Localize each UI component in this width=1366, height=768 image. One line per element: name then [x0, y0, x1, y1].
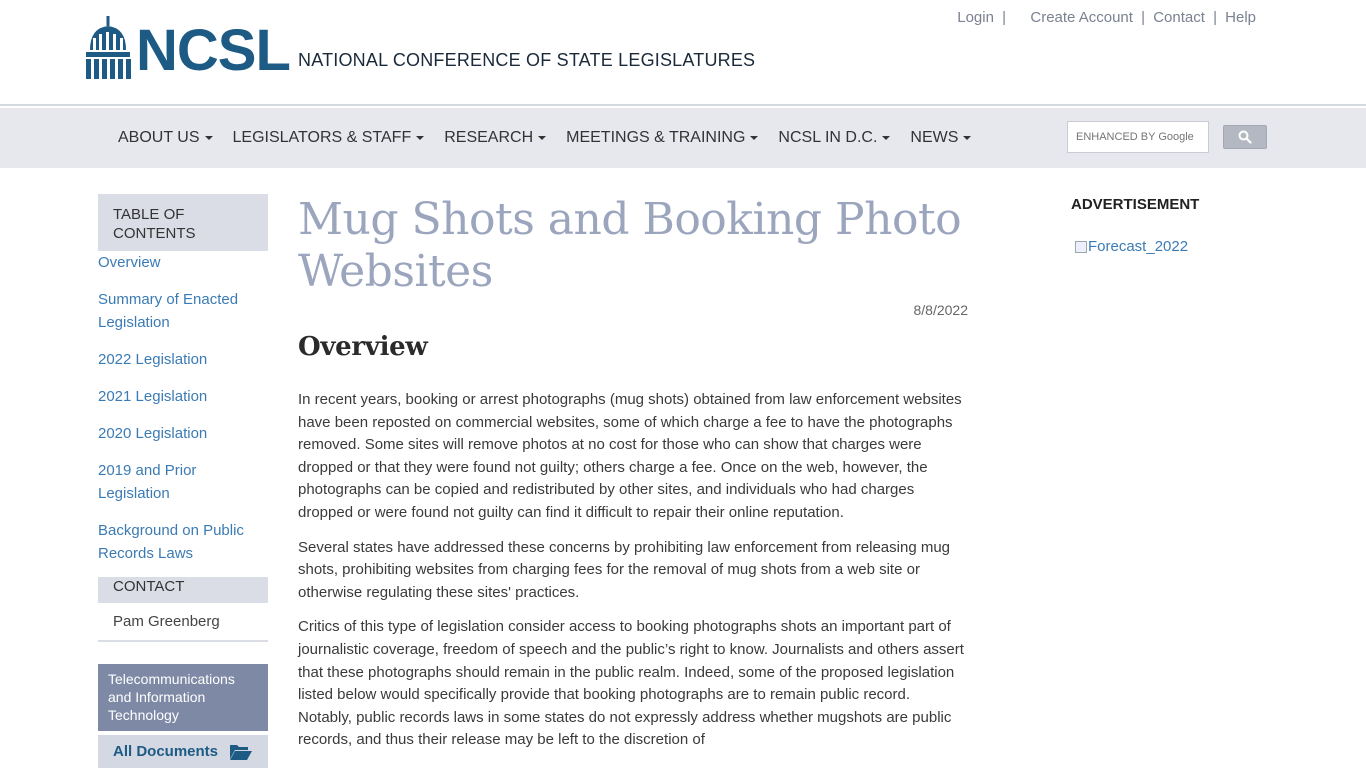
main-content: Mug Shots and Booking Photo Websites 8/8… [298, 194, 968, 752]
contact-name: Pam Greenberg [98, 603, 268, 642]
advertisement-label: ADVERTISEMENT [1071, 196, 1200, 213]
toc-item-2022[interactable]: 2022 Legislation [98, 348, 268, 371]
contact-link[interactable]: Contact [1153, 9, 1205, 26]
publish-date: 8/8/2022 [913, 302, 969, 318]
help-link[interactable]: Help [1225, 9, 1256, 26]
nav-meetings-training[interactable]: MEETINGS & TRAINING [566, 129, 759, 147]
nav-item-label: MEETINGS & TRAINING [566, 129, 746, 146]
separator: | [1141, 9, 1146, 26]
separator: | [1002, 9, 1007, 26]
caret-down-icon [750, 135, 759, 140]
toc-list: Overview Summary of Enacted Legislation … [98, 251, 268, 565]
page-title: Mug Shots and Booking Photo Websites [298, 194, 962, 297]
contact-heading: CONTACT [98, 577, 268, 603]
toc-item-summary-enacted[interactable]: Summary of Enacted Legislation [98, 288, 268, 334]
nav-about-us[interactable]: ABOUT US [118, 129, 213, 147]
nav-legislators-staff[interactable]: LEGISLATORS & STAFF [233, 129, 425, 147]
utility-links: Login | Create Account | Contact | Help [957, 9, 1256, 26]
nav-item-label: NCSL IN D.C. [778, 129, 878, 146]
nav-item-label: ABOUT US [118, 129, 200, 146]
logo-wordmark: NCSL [136, 18, 291, 83]
toc-item-2019-prior[interactable]: 2019 and Prior Legislation [98, 459, 268, 505]
paragraph: Critics of this type of legislation cons… [298, 618, 964, 749]
advertisement-image[interactable]: Forecast_2022 [1075, 238, 1188, 255]
nav-news[interactable]: NEWS [910, 129, 972, 147]
caret-down-icon [963, 135, 972, 140]
caret-down-icon [538, 135, 547, 140]
caret-down-icon [882, 135, 891, 140]
search-input[interactable] [1068, 122, 1208, 152]
nav-item-label: LEGISLATORS & STAFF [232, 129, 412, 146]
left-sidebar: TABLE OF CONTENTS Overview Summary of En… [98, 194, 268, 768]
search-icon [1238, 130, 1252, 144]
login-link[interactable]: Login [957, 9, 994, 26]
nav-item-label: RESEARCH [444, 129, 534, 146]
search-button[interactable] [1223, 125, 1267, 149]
ad-alt-text: Forecast_2022 [1088, 238, 1189, 255]
nav-item-label: NEWS [910, 129, 959, 146]
paragraph: In recent years, booking or arrest photo… [298, 391, 962, 521]
nav-ncsl-in-dc[interactable]: NCSL IN D.C. [778, 129, 891, 147]
toc-item-background[interactable]: Background on Public Records Laws [98, 519, 268, 565]
all-documents-button[interactable]: All Documents [98, 735, 268, 768]
site-tagline: NATIONAL CONFERENCE OF STATE LEGISLATURE… [298, 50, 756, 70]
toc-item-2021[interactable]: 2021 Legislation [98, 385, 268, 408]
broken-image-icon [1075, 240, 1087, 253]
folder-open-icon [230, 745, 252, 760]
capitol-dome-icon [86, 16, 131, 79]
separator: | [1213, 9, 1217, 26]
section-title: Overview [298, 332, 428, 362]
ncsl-logo[interactable]: NCSL [84, 16, 291, 83]
toc-item-overview[interactable]: Overview [98, 251, 268, 274]
topic-link[interactable]: Telecommunications and Information Techn… [98, 664, 268, 731]
site-header: NCSL NATIONAL CONFERENCE OF STATE LEGISL… [0, 0, 1366, 106]
toc-item-2020[interactable]: 2020 Legislation [98, 422, 268, 445]
toc-heading: TABLE OF CONTENTS [98, 194, 268, 251]
nav-research[interactable]: RESEARCH [444, 129, 547, 147]
all-documents-label: All Documents [113, 743, 219, 760]
paragraph: Several states have addressed these conc… [298, 538, 951, 601]
nav-menu: ABOUT US LEGISLATORS & STAFF RESEARCH ME… [118, 108, 991, 168]
caret-down-icon [416, 135, 425, 140]
search-box [1067, 121, 1209, 153]
caret-down-icon [204, 135, 213, 140]
create-account-link[interactable]: Create Account [1030, 9, 1133, 26]
